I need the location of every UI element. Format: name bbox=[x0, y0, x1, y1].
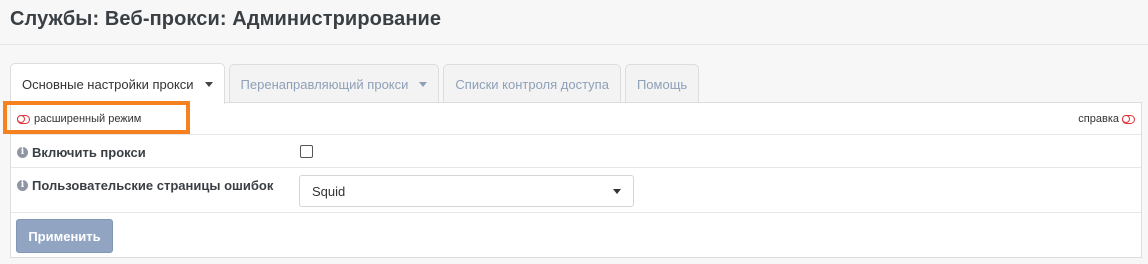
enable-proxy-label-group: i Включить прокси bbox=[17, 145, 146, 160]
error-pages-label-group: i Пользовательские страницы ошибок bbox=[17, 178, 273, 193]
error-pages-row: i Пользовательские страницы ошибок Squid bbox=[11, 168, 1141, 213]
tab-label: Списки контроля доступа bbox=[455, 76, 609, 92]
page-title: Службы: Веб-прокси: Администрирование bbox=[10, 8, 442, 30]
tab-help[interactable]: Помощь bbox=[624, 64, 700, 103]
tab-general-proxy-settings[interactable]: Основные настройки прокси bbox=[10, 63, 225, 104]
settings-panel: расширенный режим справка i Включить про… bbox=[10, 102, 1142, 258]
error-pages-label: Пользовательские страницы ошибок bbox=[32, 178, 274, 193]
advanced-mode-toggle[interactable]: расширенный режим bbox=[17, 113, 141, 125]
toggle-off-icon[interactable] bbox=[1122, 114, 1135, 124]
error-pages-select[interactable]: Squid bbox=[299, 175, 634, 207]
help-label: справка bbox=[1078, 113, 1119, 125]
tab-label: Основные настройки прокси bbox=[22, 76, 194, 92]
toggle-off-icon[interactable] bbox=[17, 114, 30, 124]
info-icon[interactable]: i bbox=[17, 147, 28, 158]
mode-row: расширенный режим справка bbox=[11, 103, 1141, 135]
chevron-down-icon[interactable] bbox=[204, 81, 213, 87]
chevron-down-icon bbox=[613, 189, 621, 194]
apply-row: Применить bbox=[11, 213, 1141, 259]
help-toggle[interactable]: справка bbox=[1078, 113, 1135, 125]
chevron-down-icon[interactable] bbox=[419, 81, 428, 87]
enable-proxy-row: i Включить прокси bbox=[11, 135, 1141, 168]
error-pages-value: Squid bbox=[312, 183, 346, 199]
info-icon[interactable]: i bbox=[17, 180, 28, 191]
enable-proxy-label: Включить прокси bbox=[32, 145, 146, 160]
tab-access-control-lists[interactable]: Списки контроля доступа bbox=[443, 64, 621, 103]
tab-label: Перенаправляющий прокси bbox=[240, 76, 409, 92]
apply-button[interactable]: Применить bbox=[16, 219, 113, 253]
enable-proxy-checkbox[interactable] bbox=[300, 145, 313, 158]
tab-forward-proxy[interactable]: Перенаправляющий прокси bbox=[228, 64, 440, 103]
title-divider bbox=[0, 44, 1148, 45]
advanced-mode-label: расширенный режим bbox=[34, 113, 142, 125]
tab-bar: Основные настройки прокси Перенаправляющ… bbox=[10, 62, 703, 104]
tab-label: Помощь bbox=[636, 76, 688, 92]
